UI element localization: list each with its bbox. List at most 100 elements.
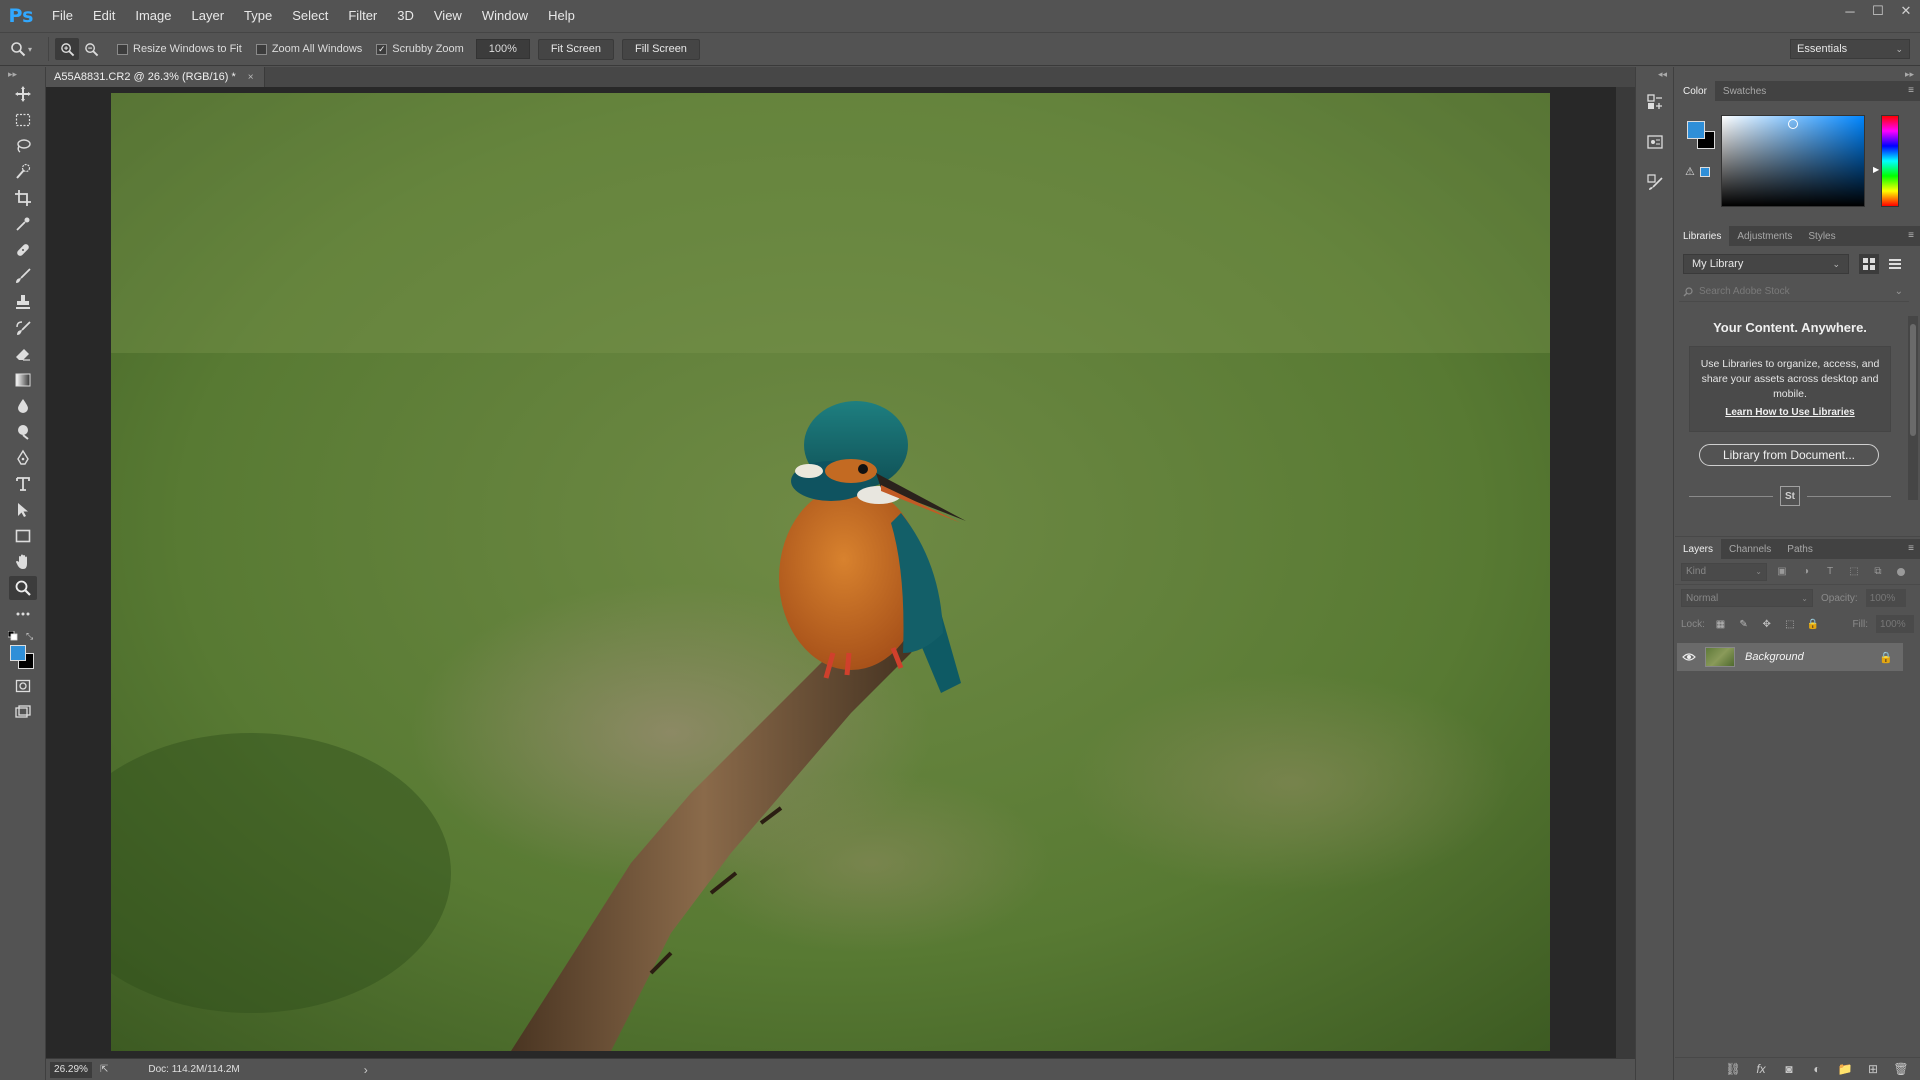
lock-transparent-pixels-icon[interactable]: ▦ [1713, 616, 1728, 632]
dodge-tool[interactable] [0, 419, 46, 445]
zoom-all-windows-checkbox[interactable] [255, 43, 267, 55]
tab-color[interactable]: Color [1675, 81, 1715, 101]
gradient-tool[interactable] [0, 367, 46, 393]
tab-swatches[interactable]: Swatches [1715, 81, 1774, 101]
export-icon[interactable]: ⇱ [100, 1064, 108, 1075]
new-layer-icon[interactable]: ⊞ [1864, 1060, 1882, 1078]
history-panel-button[interactable] [1640, 87, 1670, 117]
default-colors-icon[interactable] [8, 631, 18, 641]
resize-windows-option[interactable]: Resize Windows to Fit [117, 43, 242, 55]
adjustment-layer-icon[interactable]: ◐ [1808, 1060, 1826, 1078]
resize-windows-checkbox[interactable] [117, 43, 128, 55]
healing-brush-tool[interactable] [0, 237, 46, 263]
menu-help[interactable]: Help [538, 0, 585, 32]
hand-tool[interactable] [0, 549, 46, 575]
quick-selection-tool[interactable] [0, 159, 46, 185]
eyedropper-tool[interactable] [0, 211, 46, 237]
document-tab[interactable]: A55A8831.CR2 @ 26.3% (RGB/16) * × [46, 67, 265, 87]
lock-all-icon[interactable]: 🔒 [1805, 616, 1820, 632]
opacity-field[interactable]: 100% [1865, 589, 1906, 607]
libraries-scrollbar[interactable] [1908, 316, 1918, 500]
panel-menu-icon[interactable]: ≡ [1908, 85, 1914, 96]
library-select[interactable]: My Library ⌄ [1683, 254, 1849, 274]
brush-settings-button[interactable] [1640, 167, 1670, 197]
fit-screen-button[interactable]: Fit Screen [537, 38, 614, 60]
pixel-layer-filter-icon[interactable]: ▣ [1773, 563, 1791, 581]
learn-libraries-link[interactable]: Learn How to Use Libraries [1690, 407, 1890, 418]
minimize-button[interactable]: ─ [1836, 0, 1864, 22]
lock-position-icon[interactable]: ✥ [1759, 616, 1774, 632]
crop-tool[interactable] [0, 185, 46, 211]
shape-layer-filter-icon[interactable]: ⬚ [1845, 563, 1863, 581]
marquee-tool[interactable] [0, 107, 46, 133]
menu-window[interactable]: Window [472, 0, 538, 32]
layer-lock-icon[interactable]: 🔒 [1879, 651, 1893, 664]
swap-colors-icon[interactable]: ⤡ [26, 631, 36, 641]
panel-menu-icon[interactable]: ≡ [1908, 230, 1914, 241]
add-mask-icon[interactable]: ◙ [1780, 1060, 1798, 1078]
clone-stamp-tool[interactable] [0, 289, 46, 315]
filter-toggle-icon[interactable] [1897, 567, 1905, 576]
eraser-tool[interactable] [0, 341, 46, 367]
layer-name[interactable]: Background [1745, 651, 1804, 663]
lasso-tool[interactable] [0, 133, 46, 159]
tab-layers[interactable]: Layers [1675, 539, 1722, 559]
layer-style-icon[interactable]: fx [1752, 1060, 1770, 1078]
chevron-down-icon[interactable]: ⌄ [1895, 286, 1903, 297]
lock-artboard-icon[interactable]: ⬚ [1782, 616, 1797, 632]
tab-styles[interactable]: Styles [1800, 226, 1843, 246]
zoom-level-field[interactable]: 26.29% [50, 1061, 92, 1078]
path-selection-tool[interactable] [0, 497, 46, 523]
status-menu-arrow-icon[interactable]: › [364, 1063, 368, 1077]
collapse-dock-icon[interactable]: ▸▸ [1675, 67, 1920, 81]
stock-search-input[interactable]: Search Adobe Stock ⌄ [1679, 282, 1909, 302]
scrubby-zoom-option[interactable]: ✓ Scrubby Zoom [376, 43, 464, 55]
menu-image[interactable]: Image [125, 0, 181, 32]
fill-screen-button[interactable]: Fill Screen [621, 38, 700, 60]
type-layer-filter-icon[interactable]: T [1821, 563, 1839, 581]
move-tool[interactable] [0, 81, 46, 107]
menu-filter[interactable]: Filter [338, 0, 387, 32]
layer-thumbnail[interactable] [1705, 647, 1735, 667]
adjustment-layer-filter-icon[interactable]: ◑ [1797, 563, 1815, 581]
zoom-out-button[interactable] [79, 38, 103, 60]
pen-tool[interactable] [0, 445, 46, 471]
fill-field[interactable]: 100% [1876, 615, 1915, 633]
websafe-color-chip[interactable] [1700, 167, 1710, 177]
maximize-button[interactable]: ☐ [1864, 0, 1892, 22]
collapse-panels-icon[interactable]: ◂◂ [1636, 67, 1673, 81]
vertical-scrollbar[interactable] [1616, 87, 1635, 1058]
list-view-button[interactable] [1885, 254, 1905, 274]
hue-slider-marker-icon[interactable]: ▶ [1873, 165, 1879, 174]
workspace-select[interactable]: Essentials ⌄ [1790, 39, 1910, 59]
panel-menu-icon[interactable]: ≡ [1908, 543, 1914, 554]
grid-view-button[interactable] [1859, 254, 1879, 274]
zoom-in-button[interactable] [55, 38, 79, 60]
expand-toolbar-icon[interactable]: ▸▸ [0, 67, 45, 81]
color-picker-cursor[interactable] [1788, 119, 1798, 129]
menu-edit[interactable]: Edit [83, 0, 125, 32]
scrubby-zoom-checkbox[interactable]: ✓ [376, 43, 388, 55]
foreground-color-chip[interactable] [1687, 121, 1705, 139]
color-picker-field[interactable] [1721, 115, 1865, 207]
zoom-all-windows-option[interactable]: Zoom All Windows [255, 43, 362, 55]
tab-channels[interactable]: Channels [1721, 539, 1779, 559]
tab-libraries[interactable]: Libraries [1675, 226, 1730, 246]
out-of-gamut-warning-icon[interactable]: ⚠ [1685, 165, 1695, 178]
new-group-icon[interactable]: 📁 [1836, 1060, 1854, 1078]
zoom-percent-field[interactable]: 100% [475, 39, 530, 59]
edit-toolbar-button[interactable] [0, 601, 46, 627]
menu-file[interactable]: File [42, 0, 83, 32]
menu-select[interactable]: Select [282, 0, 338, 32]
menu-view[interactable]: View [424, 0, 472, 32]
tab-adjustments[interactable]: Adjustments [1729, 226, 1800, 246]
blend-mode-select[interactable]: Normal ⌄ [1681, 589, 1813, 607]
tab-paths[interactable]: Paths [1779, 539, 1821, 559]
quick-mask-button[interactable] [0, 673, 46, 699]
menu-layer[interactable]: Layer [182, 0, 235, 32]
library-from-document-button[interactable]: Library from Document... [1699, 444, 1879, 466]
link-layers-icon[interactable]: ⛓ [1724, 1060, 1742, 1078]
smart-object-filter-icon[interactable]: ⧉ [1869, 563, 1887, 581]
lock-image-pixels-icon[interactable]: ✎ [1736, 616, 1751, 632]
tool-preset-picker[interactable]: ▾ [0, 41, 42, 57]
